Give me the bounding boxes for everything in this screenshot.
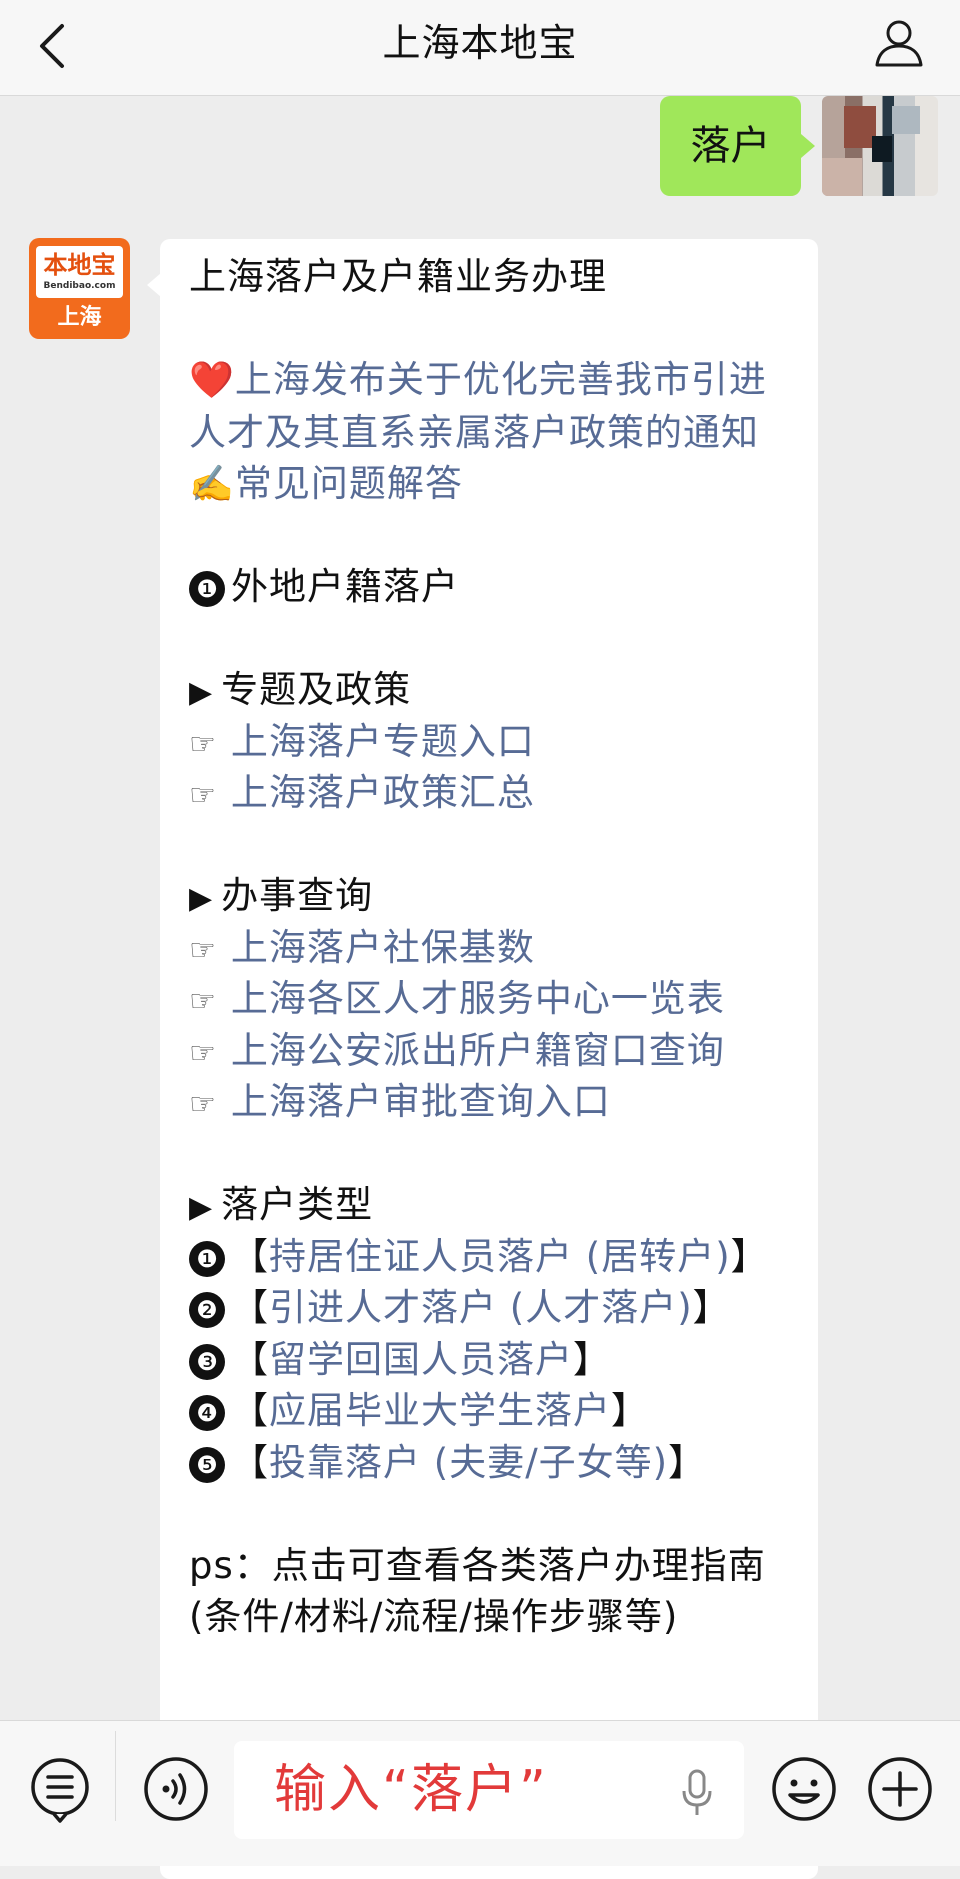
menu-list-icon[interactable] [26,1755,94,1823]
user-avatar[interactable] [822,96,938,196]
policy-heading: ▶ 专题及政策 [189,668,412,711]
pointing-hand-icon: ☞ [189,1035,217,1071]
query-heading: ▶ 办事查询 [189,874,374,917]
query-link-police-window[interactable]: ☞ 上海公安派出所户籍窗口查询 [189,1025,799,1077]
voice-icon[interactable] [142,1755,210,1823]
user-icon[interactable] [872,16,926,70]
number-badge: ❸ [189,1343,225,1380]
type-link-residence-permit[interactable]: ❶ 【持居住证人员落户 (居转户)】 [189,1231,799,1283]
plus-icon[interactable] [866,1755,934,1823]
writing-hand-icon: ✍️ [189,464,235,505]
message-title: 上海落户及户籍业务办理 [189,255,607,298]
message-input[interactable]: 输入“落户” [234,1741,744,1839]
pointing-hand-icon: ☞ [189,726,217,762]
bendibao-logo: 本地宝 Bendibao.com [36,246,123,298]
number-badge: ❶ [189,1240,225,1277]
triangle-right-icon: ▶ [189,881,214,916]
number-badge: ❹ [189,1395,225,1431]
pointing-hand-icon: ☞ [189,984,217,1019]
faq-link[interactable]: ✍️常见问题解答 [189,458,799,510]
bot-avatar[interactable]: 本地宝 Bendibao.com 上海 [29,238,130,339]
triangle-right-icon: ▶ [189,675,214,710]
featured-link[interactable]: ❤️上海发布关于优化完善我市引进人才及其直系亲属落户政策的通知 [189,354,799,458]
query-link-social-security[interactable]: ☞ 上海落户社保基数 [189,922,799,974]
number-badge: ❶ [189,571,225,607]
pointing-hand-icon: ☞ [189,932,217,968]
type-link-graduate[interactable]: ❹ 【应届毕业大学生落户】 [189,1385,799,1437]
policy-link-summary[interactable]: ☞ 上海落户政策汇总 [189,767,799,819]
number-badge: ❺ [189,1446,225,1483]
divider [115,1731,116,1821]
number-badge: ❷ [189,1292,225,1328]
query-link-talent-centers[interactable]: ☞ 上海各区人才服务中心一览表 [189,973,799,1025]
type-link-returnee[interactable]: ❸ 【留学回国人员落户】 [189,1334,799,1386]
policy-link-topic[interactable]: ☞ 上海落户专题入口 [189,716,799,768]
type-link-talent[interactable]: ❷ 【引进人才落户 (人才落户)】 [189,1282,799,1334]
microphone-icon[interactable] [680,1769,714,1817]
query-link-approval[interactable]: ☞ 上海落户审批查询入口 [189,1076,799,1128]
section-heading-1: ❶ 外地户籍落户 [189,561,799,613]
pointing-hand-icon: ☞ [189,778,217,813]
page-title: 上海本地宝 [382,21,578,65]
heart-icon: ❤️ [189,360,235,401]
avatar-city-label: 上海 [57,305,102,330]
chat-header: 上海本地宝 [0,0,960,96]
user-message-bubble: 落户 [660,96,815,196]
emoji-icon[interactable] [770,1755,838,1823]
input-placeholder: 输入“落户” [274,1760,548,1820]
ps-note: ps：点击可查看各类落户办理指南(条件/材料/流程/操作步骤等) [189,1543,766,1639]
bot-message-bubble: 上海落户及户籍业务办理 ❤️上海发布关于优化完善我市引进人才及其直系亲属落户政策… [147,239,818,1879]
input-bar: 输入“落户” [0,1720,960,1866]
triangle-right-icon: ▶ [189,1190,214,1225]
pointing-hand-icon: ☞ [189,1087,217,1122]
type-link-family[interactable]: ❺ 【投靠落户 (夫妻/子女等)】 [189,1437,799,1489]
types-heading: ▶ 落户类型 [189,1183,374,1226]
